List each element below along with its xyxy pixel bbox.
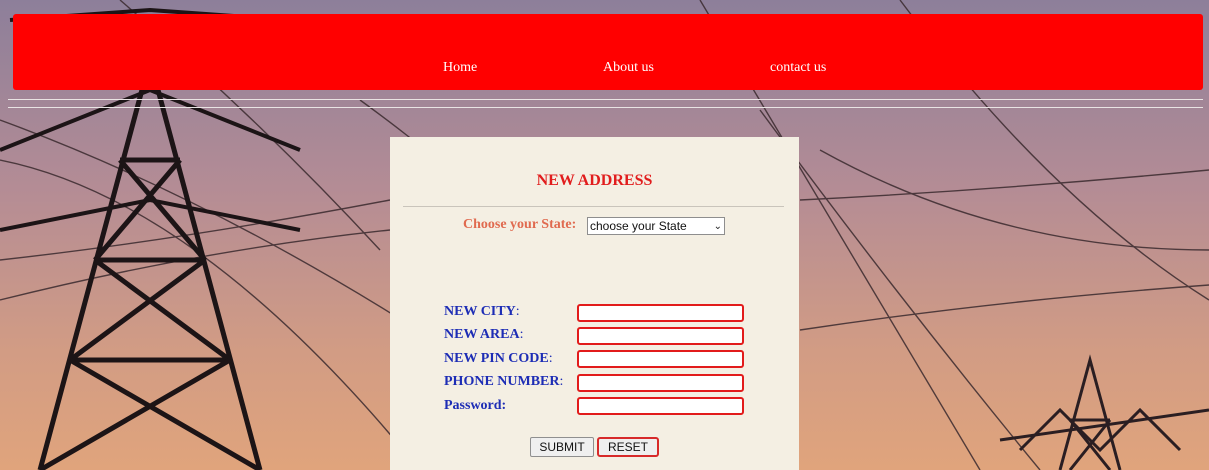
new-pin-code-label: NEW PIN CODE: xyxy=(444,351,553,366)
separator-line xyxy=(8,99,1203,100)
new-area-input[interactable] xyxy=(577,327,744,345)
new-city-label: NEW CITY: xyxy=(444,304,520,319)
new-city-input[interactable] xyxy=(577,304,744,322)
state-select-value: choose your State xyxy=(590,219,687,233)
chevron-down-icon: ⌄ xyxy=(713,220,722,232)
form-title: NEW ADDRESS xyxy=(536,172,653,189)
nav-home-link[interactable]: Home xyxy=(443,60,477,76)
title-divider xyxy=(403,206,784,207)
phone-number-input[interactable] xyxy=(577,374,744,392)
nav-about-us-link[interactable]: About us xyxy=(603,60,654,76)
separator-line xyxy=(8,107,1203,108)
reset-button[interactable]: RESET xyxy=(597,437,659,457)
new-pin-code-input[interactable] xyxy=(577,350,744,368)
state-label: Choose your State: xyxy=(463,217,577,232)
new-address-form-panel: NEW ADDRESS Choose your State: choose yo… xyxy=(390,137,799,470)
new-area-label: NEW AREA: xyxy=(444,327,524,342)
password-label: Password: xyxy=(444,398,507,413)
nav-contact-us-link[interactable]: contact us xyxy=(770,60,826,76)
submit-button[interactable]: SUBMIT xyxy=(530,437,594,457)
top-navbar: Home About us contact us xyxy=(13,14,1203,90)
phone-number-label: PHONE NUMBER: xyxy=(444,374,564,389)
state-select[interactable]: choose your State ⌄ xyxy=(587,217,725,235)
password-input[interactable] xyxy=(577,397,744,415)
